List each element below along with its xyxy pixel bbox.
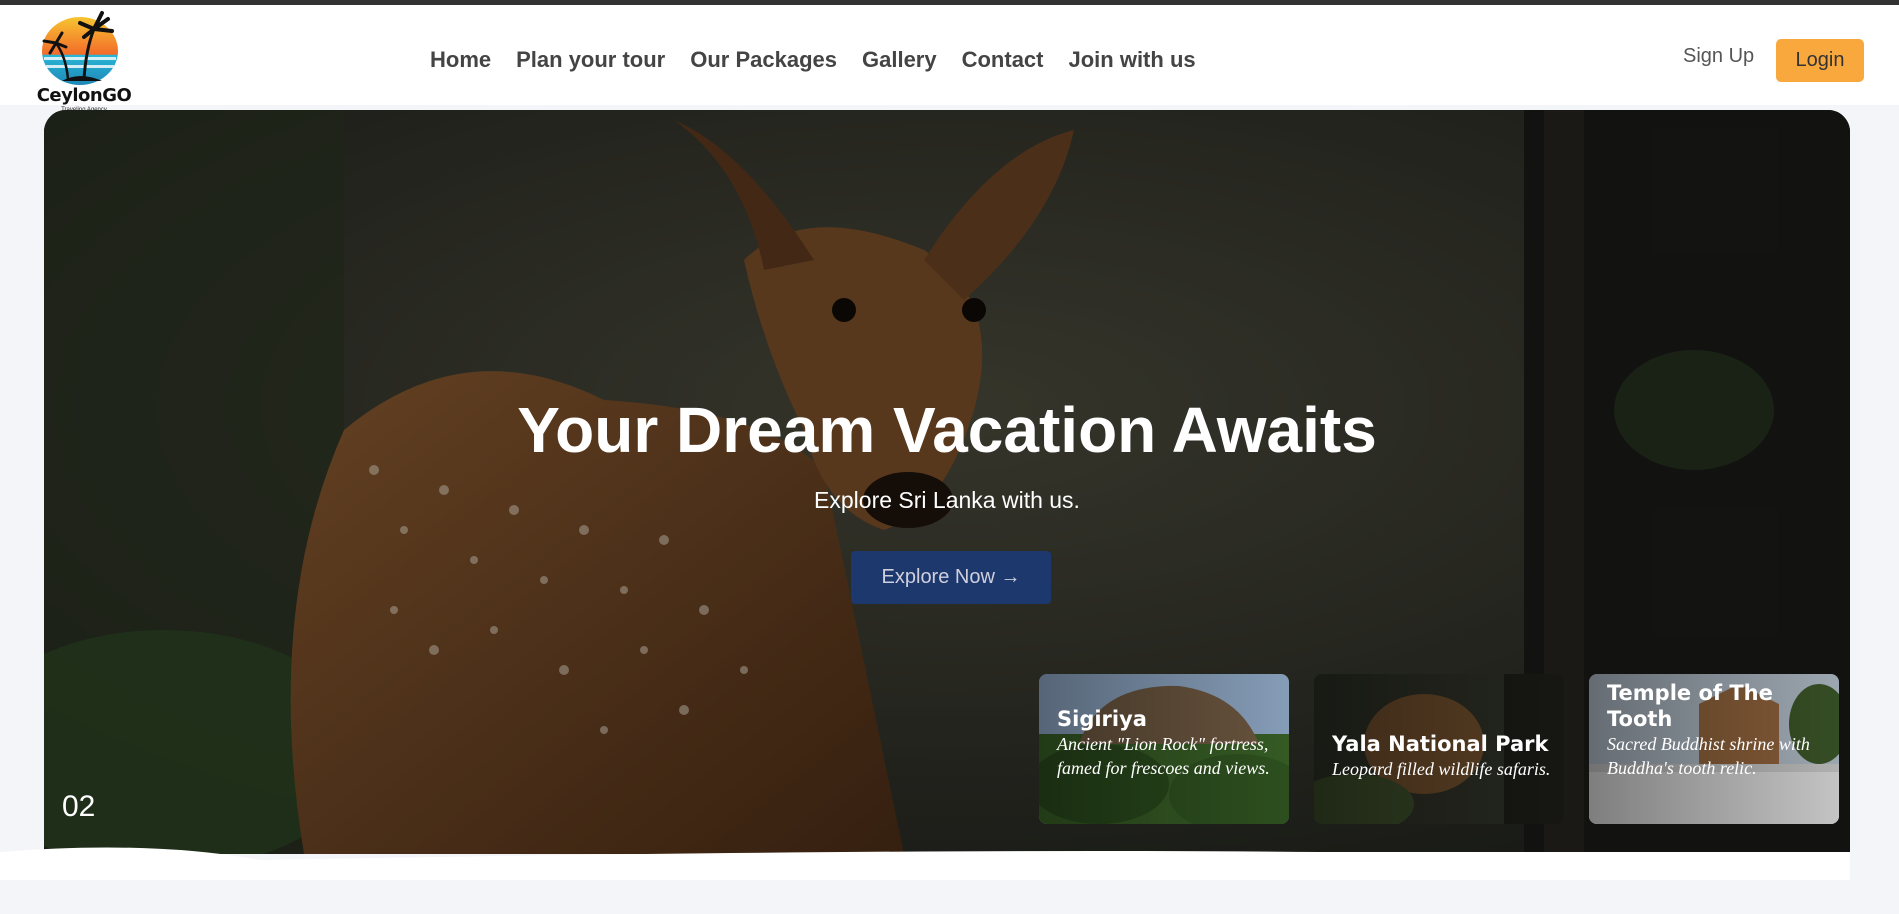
nav-join-with-us[interactable]: Join with us [1069,47,1196,73]
site-header: CeylonGO Traveling Agency Home Plan your… [0,5,1899,113]
page-bottom [0,880,1899,914]
destination-card-sigiriya[interactable]: Sigiriya Ancient "Lion Rock" fortress, f… [1039,674,1289,824]
hero-subtitle: Explore Sri Lanka with us. [814,487,1080,513]
brand-logo[interactable]: CeylonGO Traveling Agency [32,9,136,113]
card-description: Sacred Buddhist shrine with Buddha's too… [1607,734,1810,778]
card-description: Ancient "Lion Rock" fortress, famed for … [1057,734,1270,778]
card-title: Temple of The Tooth [1607,681,1773,731]
palm-sunset-icon [42,11,118,85]
card-description: Leopard filled wildlife safaris. [1332,759,1551,779]
nav-home[interactable]: Home [430,47,491,73]
slide-number: 02 [62,790,96,823]
hero-banner: Your Dream Vacation Awaits Explore Sri L… [44,110,1850,854]
login-button[interactable]: Login [1776,39,1864,82]
nav-gallery[interactable]: Gallery [862,47,937,73]
nav-our-packages[interactable]: Our Packages [690,47,837,73]
card-title: Yala National Park [1332,732,1549,756]
main-nav: Home Plan your tour Our Packages Gallery… [430,10,1196,110]
nav-contact[interactable]: Contact [962,47,1044,73]
brand-name: CeylonGO [36,85,132,106]
hero-title: Your Dream Vacation Awaits [517,394,1377,466]
explore-now-button[interactable]: Explore Now → [851,551,1051,604]
hero-overlay [44,110,1850,854]
nav-plan-your-tour[interactable]: Plan your tour [516,47,665,73]
wave-divider [0,847,1850,880]
destination-card-yala[interactable]: Yala National Park Leopard filled wildli… [1314,674,1564,824]
card-title: Sigiriya [1057,707,1147,731]
destination-card-temple-of-the-tooth[interactable]: Temple of The Tooth Sacred Buddhist shri… [1589,674,1839,824]
signup-link[interactable]: Sign Up [1683,45,1754,68]
